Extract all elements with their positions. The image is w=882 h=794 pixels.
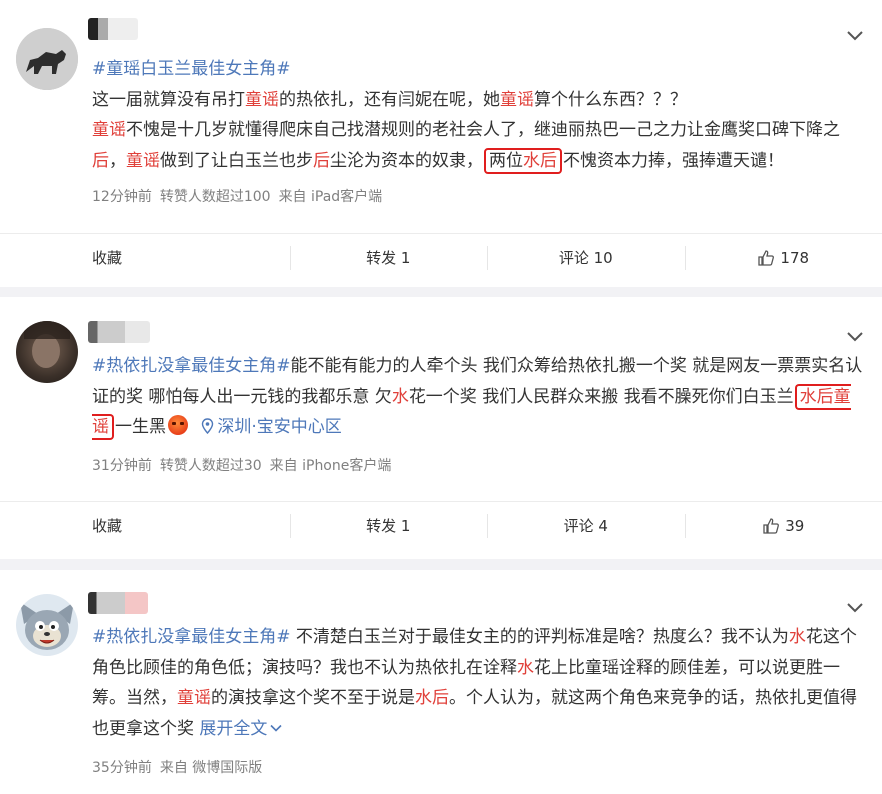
keyword-link[interactable]: 童谣 <box>92 120 126 140</box>
username-blurred[interactable] <box>88 18 138 40</box>
location-link[interactable]: 深圳·宝安中心区 <box>195 417 342 437</box>
post-time[interactable]: 35分钟前 <box>92 760 152 776</box>
keyword-link[interactable]: 水 <box>392 387 409 407</box>
post-meta: 31分钟前 转赞人数超过30 来自 iPhone客户端 <box>92 455 399 475</box>
topic-link[interactable]: #热依扎没拿最佳女主角# <box>92 627 291 647</box>
location-pin-icon <box>202 418 214 435</box>
expand-full-text-link[interactable]: 展开全文 <box>199 719 283 739</box>
weibo-post: #热依扎没拿最佳女主角#能不能有能力的人牵个头 我们众筹给热依扎搬一个奖 就是网… <box>0 297 882 559</box>
keyword-link[interactable]: 水后 <box>415 688 449 708</box>
weibo-post: #童瑶白玉兰最佳女主角# 这一届就算没有吊打童谣的热依扎，还有闫妮在呢，她童谣算… <box>0 0 882 287</box>
keyword-link[interactable]: 童谣 <box>126 151 160 171</box>
chevron-down-icon[interactable] <box>842 22 868 48</box>
post-text: #热依扎没拿最佳女主角# 不清楚白玉兰对于最佳女主的的评判标准是啥？热度么？我不… <box>92 627 857 739</box>
chevron-down-icon <box>270 724 282 732</box>
highlight-box: 两位水后 <box>484 147 562 174</box>
keyword-link[interactable]: 童谣 <box>500 90 534 110</box>
keyword-link[interactable]: 水 <box>517 658 534 678</box>
repost-button[interactable]: 转发 1 <box>289 234 488 281</box>
post-meta: 35分钟前 来自 微博国际版 <box>92 757 270 777</box>
comment-button[interactable]: 评论 10 <box>487 234 685 281</box>
keyword-link[interactable]: 后 <box>313 151 330 171</box>
post-text: #热依扎没拿最佳女主角#能不能有能力的人牵个头 我们众筹给热依扎搬一个奖 就是网… <box>92 351 864 443</box>
keyword-link[interactable]: 水后 <box>523 151 557 171</box>
post-meta: 12分钟前 转赞人数超过100 来自 iPad客户端 <box>92 186 390 206</box>
keyword-link[interactable]: 后 <box>92 151 109 171</box>
thumbs-up-icon <box>758 249 775 266</box>
like-button[interactable]: 39 <box>684 502 882 549</box>
comment-button[interactable]: 评论 4 <box>487 502 685 549</box>
post-actions: 收藏 转发 1 评论 10 178 <box>0 233 882 281</box>
post-source: 来自 iPhone客户端 <box>269 458 392 474</box>
avatar[interactable] <box>16 28 78 90</box>
repost-count: 转赞人数超过100 <box>159 189 271 205</box>
post-actions: 收藏 转发 1 评论 4 39 <box>0 501 882 549</box>
topic-link[interactable]: #童瑶白玉兰最佳女主角# <box>92 59 291 79</box>
post-time[interactable]: 31分钟前 <box>92 458 152 474</box>
collect-button[interactable]: 收藏 <box>0 234 290 281</box>
thumbs-up-icon <box>763 517 780 534</box>
topic-link[interactable]: #热依扎没拿最佳女主角# <box>92 356 291 376</box>
repost-button[interactable]: 转发 1 <box>289 502 488 549</box>
like-button[interactable]: 178 <box>684 234 882 281</box>
post-text: #童瑶白玉兰最佳女主角# 这一届就算没有吊打童谣的热依扎，还有闫妮在呢，她童谣算… <box>92 54 864 176</box>
username-blurred[interactable] <box>88 592 148 614</box>
chevron-down-icon[interactable] <box>842 323 868 349</box>
collect-button[interactable]: 收藏 <box>0 502 290 549</box>
weibo-post: #热依扎没拿最佳女主角# 不清楚白玉兰对于最佳女主的的评判标准是啥？热度么？我不… <box>0 570 882 794</box>
keyword-link[interactable]: 童谣 <box>177 688 211 708</box>
chevron-down-icon[interactable] <box>842 594 868 620</box>
avatar[interactable] <box>16 594 78 656</box>
username-blurred[interactable] <box>88 321 150 343</box>
post-source: 来自 iPad客户端 <box>278 189 383 205</box>
repost-count: 转赞人数超过30 <box>159 458 262 474</box>
avatar[interactable] <box>16 321 78 383</box>
keyword-link[interactable]: 水 <box>789 627 806 647</box>
post-source: 来自 微博国际版 <box>159 760 263 776</box>
keyword-link[interactable]: 童谣 <box>245 90 279 110</box>
angry-face-icon <box>168 415 188 435</box>
post-time[interactable]: 12分钟前 <box>92 189 152 205</box>
